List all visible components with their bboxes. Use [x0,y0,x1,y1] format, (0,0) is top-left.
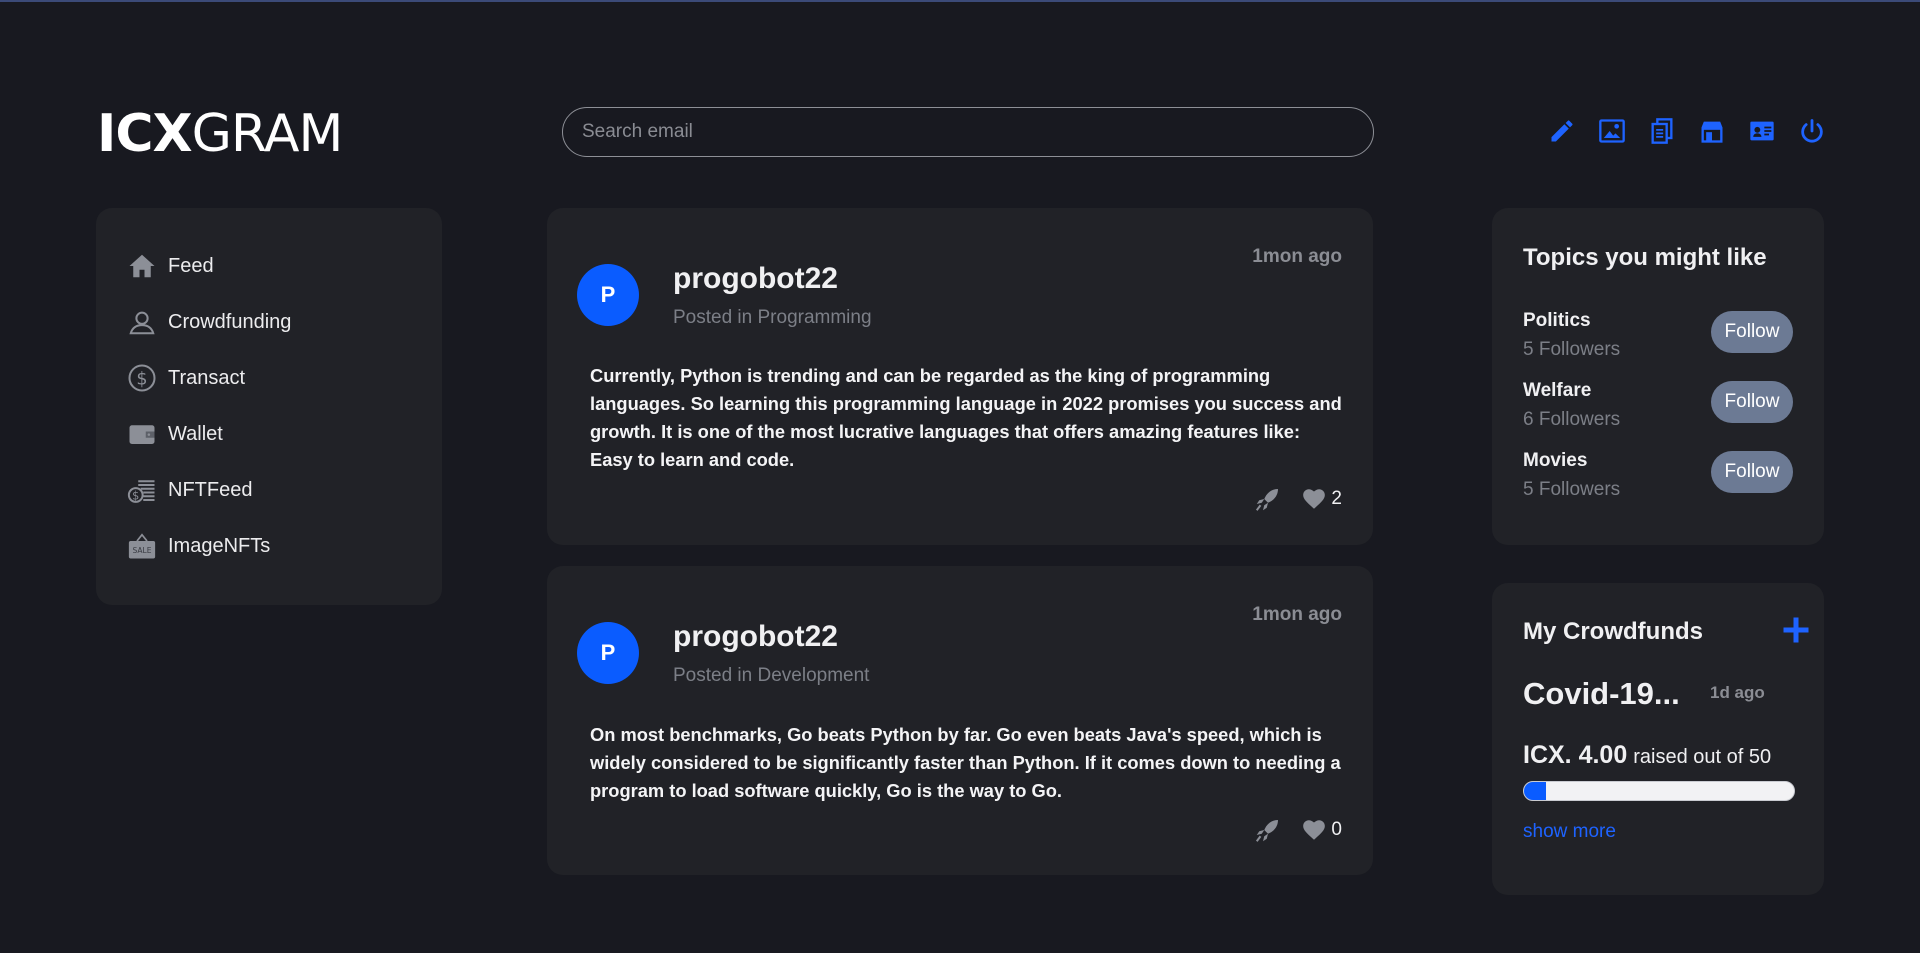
heart-icon[interactable] [1301,817,1327,843]
like-count: 0 [1331,819,1342,840]
post-timestamp: 1mon ago [1252,246,1342,267]
topic-item: Movies 5 Followers Follow [1523,450,1793,506]
sidebar-item-nftfeed[interactable]: $ NFTFeed [126,472,252,508]
post-author[interactable]: progobot22 [673,620,838,654]
sidebar-item-label: Transact [168,366,246,389]
svg-text:$: $ [136,369,147,389]
progress-fill [1524,782,1546,800]
avatar[interactable]: P [577,622,639,684]
logo-light-text: GRAM [191,104,344,164]
coin-stack-icon: $ [126,474,158,506]
post-card: P progobot22 Posted in Development 1mon … [547,566,1373,875]
post-category: Posted in Development [673,665,870,686]
logo-bold-text: ICX [97,104,193,164]
show-more-link[interactable]: show more [1523,821,1616,843]
crowdfund-progress-bar [1523,781,1795,801]
id-card-icon[interactable] [1745,114,1779,148]
image-icon[interactable] [1595,114,1629,148]
crowdfund-name[interactable]: Covid-19... [1523,676,1680,712]
sidebar-item-label: ImageNFTs [168,534,271,557]
sidebar-item-label: Feed [168,254,214,277]
post-actions: 2 [1253,484,1342,514]
follow-button[interactable]: Follow [1711,311,1793,353]
follow-button[interactable]: Follow [1711,381,1793,423]
dollar-circle-icon: $ [126,362,158,394]
post-body: On most benchmarks, Go beats Python by f… [590,724,1341,801]
sidebar-item-transact[interactable]: $ Transact [126,360,245,396]
sidebar-item-label: NFTFeed [168,478,253,501]
post-category: Posted in Programming [673,307,872,328]
documents-icon[interactable] [1645,114,1679,148]
crowdfund-timestamp: 1d ago [1710,683,1765,702]
sidebar-item-crowdfunding[interactable]: Crowdfunding [126,304,291,340]
shop-icon[interactable] [1695,114,1729,148]
crowdfund-raised: ICX. 4.00 raised out of 50 [1523,741,1771,770]
home-icon [126,250,158,282]
heart-icon[interactable] [1301,486,1327,512]
power-icon[interactable] [1795,114,1829,148]
wallet-icon [126,418,158,450]
post-body: Currently, Python is trending and can be… [590,365,1342,470]
sidebar-item-wallet[interactable]: Wallet [126,416,223,452]
pencil-icon[interactable] [1545,114,1579,148]
follow-button[interactable]: Follow [1711,451,1793,493]
topics-panel: Topics you might like Politics 5 Followe… [1492,208,1824,545]
crowdfund-amount: ICX. 4.00 [1523,741,1628,769]
svg-text:SALE: SALE [133,546,152,555]
crowdfunds-panel: My Crowdfunds Covid-19... 1d ago ICX. 4.… [1492,583,1824,895]
rocket-icon[interactable] [1253,815,1283,845]
post-author[interactable]: progobot22 [673,262,838,296]
sidebar-item-label: Crowdfunding [168,310,292,333]
sale-sign-icon: SALE [126,530,158,562]
topic-item: Welfare 6 Followers Follow [1523,380,1793,436]
sidebar-item-feed[interactable]: Feed [126,248,214,284]
avatar[interactable]: P [577,264,639,326]
person-icon [126,306,158,338]
top-accent-line [0,0,1920,2]
crowdfunds-title: My Crowdfunds [1523,618,1703,645]
post-card: P progobot22 Posted in Programming 1mon … [547,208,1373,545]
rocket-icon[interactable] [1253,484,1283,514]
post-timestamp: 1mon ago [1252,604,1342,625]
topics-title: Topics you might like [1523,244,1767,271]
crowdfund-raised-text: raised out of 50 [1633,746,1772,768]
sidebar-item-label: Wallet [168,422,223,445]
app-logo[interactable]: ICXGRAM [97,104,344,164]
add-crowdfund-icon[interactable] [1781,615,1811,645]
like-count: 2 [1331,488,1342,509]
svg-text:$: $ [132,489,139,502]
search-input[interactable] [562,107,1374,157]
sidebar: Feed Crowdfunding $ Transact Wallet $ NF… [96,208,442,605]
topic-item: Politics 5 Followers Follow [1523,310,1793,366]
post-actions: 0 [1253,815,1342,845]
sidebar-item-imagenfts[interactable]: SALE ImageNFTs [126,528,270,564]
